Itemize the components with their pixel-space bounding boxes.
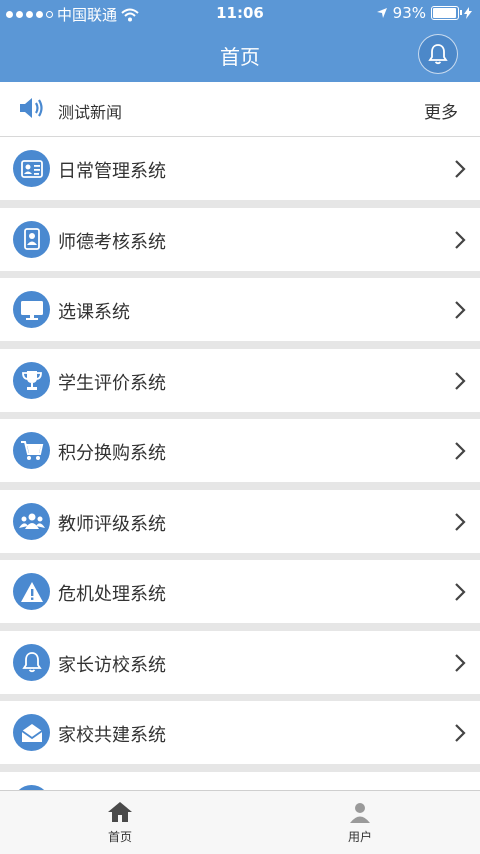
charging-icon: [464, 7, 472, 19]
warning-icon: [13, 573, 50, 610]
menu-item-label: 家长访校系统: [58, 654, 166, 676]
battery-percent: 93%: [392, 4, 426, 22]
menu-item-teacher-ethics[interactable]: 师德考核系统: [0, 207, 480, 271]
tab-user-label: 用户: [347, 830, 372, 844]
menu-item-points-exchange[interactable]: 积分换购系统: [0, 419, 480, 482]
bell-icon: [428, 44, 448, 65]
tab-user[interactable]: 用户: [300, 801, 420, 845]
speaker-icon: [20, 98, 43, 118]
chevron-right-icon: [455, 230, 466, 249]
menu-item-label: 学生评价系统: [58, 372, 166, 394]
menu-item-teacher-rating[interactable]: 教师评级系统: [0, 489, 480, 553]
location-arrow-icon: [376, 8, 387, 18]
user-icon: [350, 803, 370, 823]
menu-item-student-evaluation[interactable]: 学生评价系统: [0, 348, 480, 412]
menu-item-parent-visit[interactable]: 家长访校系统: [0, 630, 480, 694]
menu-item-label: 教师评级系统: [58, 513, 166, 535]
chevron-right-icon: [455, 371, 466, 390]
menu-item-label: 日常管理系统: [58, 161, 166, 182]
nav-bar: 首页: [0, 26, 480, 82]
menu-item-label: 危机处理系统: [58, 584, 166, 605]
menu-item-label: 选课系统: [58, 302, 130, 323]
menu-item-course-selection[interactable]: 选课系统: [0, 278, 480, 341]
chevron-right-icon: [455, 442, 466, 460]
menu-item-crisis-handling[interactable]: 危机处理系统: [0, 560, 480, 623]
menu-item-label: 积分换购系统: [58, 443, 166, 464]
menu-item-daily-management[interactable]: 日常管理系统: [0, 137, 480, 200]
notification-button[interactable]: [418, 34, 458, 74]
chevron-right-icon: [455, 583, 466, 601]
chevron-right-icon: [455, 724, 466, 742]
chevron-right-icon: [455, 653, 466, 672]
bell-icon: [13, 643, 50, 681]
battery-icon: [431, 6, 462, 20]
tab-home[interactable]: 首页: [60, 801, 180, 845]
cart-icon: [13, 432, 50, 469]
group-icon: [13, 502, 50, 540]
chevron-right-icon: [455, 512, 466, 531]
trophy-icon: [13, 361, 50, 399]
chevron-right-icon: [455, 160, 466, 178]
home-icon: [108, 802, 132, 822]
page-title: 首页: [220, 45, 260, 69]
contact-book-icon: [13, 220, 50, 258]
tab-home-label: 首页: [107, 830, 132, 844]
id-card-icon: [13, 150, 50, 187]
news-bar[interactable]: 测试新闻 更多: [0, 82, 480, 137]
menu-item-label: 家校共建系统: [58, 725, 166, 746]
menu-item-home-school[interactable]: 家校共建系统: [0, 701, 480, 764]
status-bar: 中国联通 11:06 93%: [0, 0, 480, 26]
news-text[interactable]: 测试新闻: [58, 99, 122, 123]
more-link[interactable]: 更多: [424, 98, 458, 123]
chevron-right-icon: [455, 301, 466, 319]
menu-item-label: 师德考核系统: [58, 231, 166, 253]
system-menu-list: 日常管理系统 师德考核系统 选课系统 学生评价系统 积分换购系统 教师评级系统 …: [0, 137, 480, 842]
tab-bar: 首页 用户: [0, 790, 480, 854]
monitor-icon: [13, 291, 50, 328]
envelope-icon: [13, 714, 50, 751]
